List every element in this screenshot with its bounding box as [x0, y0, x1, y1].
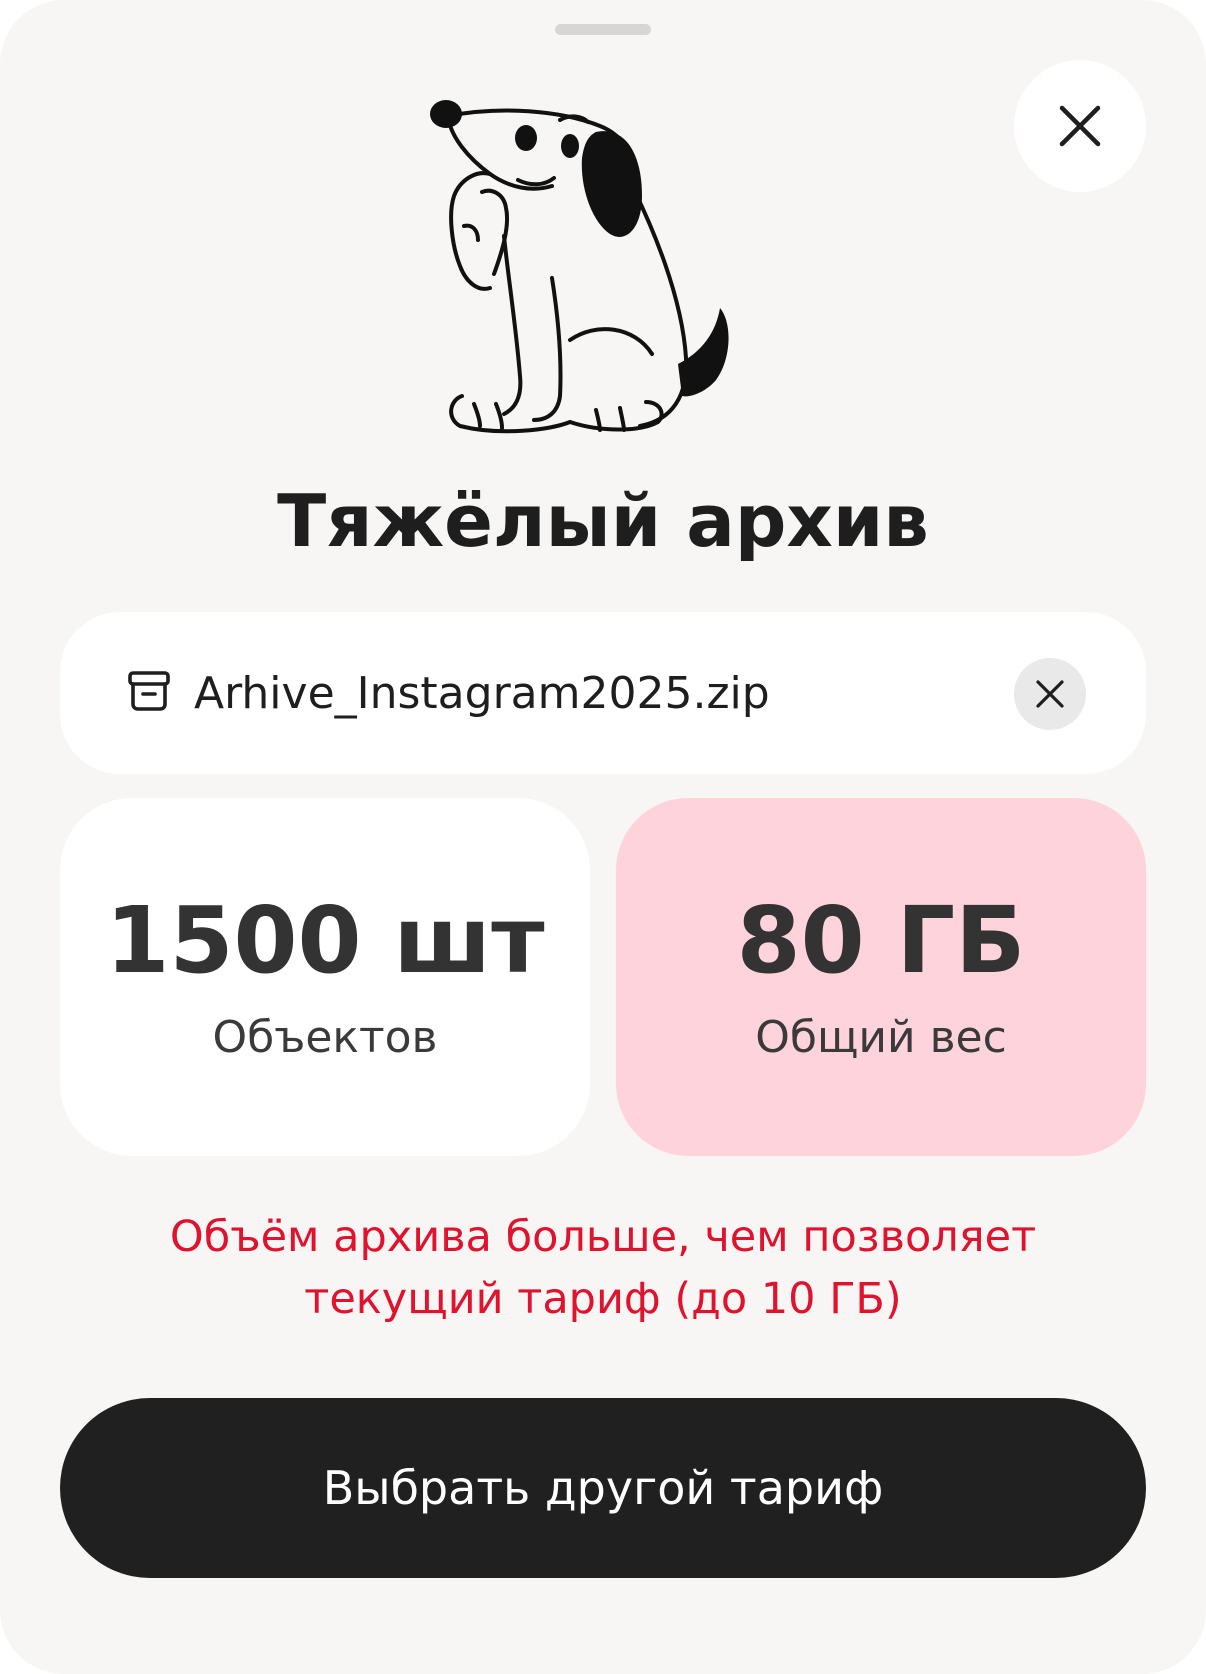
total-size-card: 80 ГБ Общий вес: [616, 798, 1146, 1156]
objects-count-label: Объектов: [212, 1012, 438, 1063]
file-name: Arhive_Instagram2025.zip: [194, 667, 770, 719]
total-size-value: 80 ГБ: [736, 887, 1026, 994]
close-icon: [1059, 105, 1101, 147]
archive-box-icon: [128, 671, 170, 711]
choose-another-plan-button[interactable]: Выбрать другой тариф: [60, 1398, 1146, 1578]
size-limit-warning: Объём архива больше, чем позволяет текущ…: [100, 1206, 1106, 1330]
sheet-grabber[interactable]: [555, 24, 651, 35]
remove-file-button[interactable]: [1014, 658, 1086, 730]
close-icon: [1036, 680, 1064, 708]
close-button[interactable]: [1014, 60, 1146, 192]
objects-count-card: 1500 шт Объектов: [60, 798, 590, 1156]
archive-bottom-sheet: Тяжёлый архив Arhive_Instagram2025.zip 1…: [0, 0, 1206, 1674]
objects-count-value: 1500 шт: [105, 887, 545, 994]
page-title: Тяжёлый архив: [277, 479, 929, 563]
warning-line-2: текущий тариф (до 10 ГБ): [304, 1274, 902, 1324]
file-card: Arhive_Instagram2025.zip: [60, 612, 1146, 774]
thinking-dog-illustration: [430, 100, 729, 434]
total-size-label: Общий вес: [755, 1012, 1007, 1063]
warning-line-1: Объём архива больше, чем позволяет: [169, 1212, 1037, 1262]
